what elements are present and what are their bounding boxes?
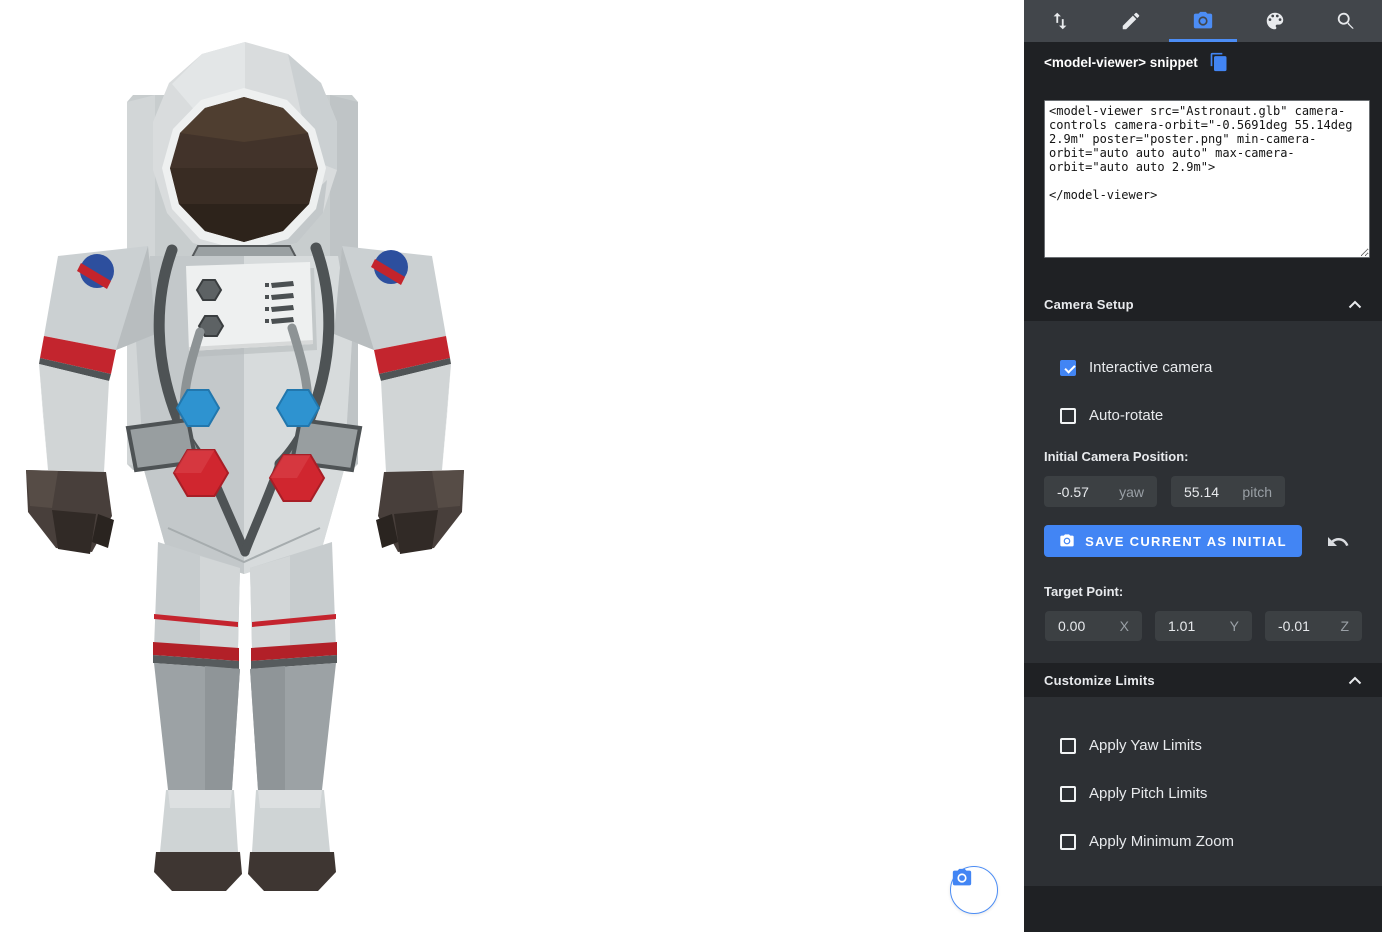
apply-yaw-limits-checkbox[interactable] — [1060, 738, 1076, 754]
yaw-field: yaw — [1044, 476, 1157, 507]
tab-materials[interactable] — [1239, 0, 1311, 42]
save-current-as-initial-button[interactable]: SAVE CURRENT AS INITIAL — [1044, 525, 1302, 557]
yaw-unit-label: yaw — [1119, 484, 1144, 500]
target-y-unit-label: Y — [1230, 618, 1239, 634]
snippet-code-textarea[interactable]: <model-viewer src="Astronaut.glb" camera… — [1044, 100, 1370, 258]
camera-setup-title: Camera Setup — [1044, 297, 1134, 312]
tab-camera[interactable] — [1167, 0, 1239, 42]
astronaut-legs — [153, 542, 337, 891]
search-icon — [1335, 10, 1357, 32]
model-viewer-editor: { "colors": { "accent_blue": "#4285f4", … — [0, 0, 1382, 932]
palette-icon — [1264, 10, 1286, 32]
camera-setup-header[interactable]: Camera Setup — [1024, 288, 1382, 321]
interactive-camera-label: Interactive camera — [1089, 359, 1212, 376]
apply-minimum-zoom-label: Apply Minimum Zoom — [1089, 833, 1234, 850]
target-z-unit-label: Z — [1340, 618, 1349, 634]
target-z-field: Z — [1265, 611, 1362, 641]
target-x-field: X — [1045, 611, 1142, 641]
apply-minimum-zoom-row: Apply Minimum Zoom — [1060, 833, 1234, 850]
pitch-unit-label: pitch — [1242, 484, 1272, 500]
target-point-label: Target Point: — [1044, 584, 1123, 599]
target-z-input[interactable] — [1278, 618, 1315, 634]
auto-rotate-label: Auto-rotate — [1089, 407, 1163, 424]
camera-icon — [1059, 533, 1075, 549]
astronaut-model[interactable] — [0, 0, 1024, 932]
chevron-up-icon — [1348, 676, 1362, 685]
target-y-field: Y — [1155, 611, 1252, 641]
capture-screenshot-fab[interactable] — [950, 866, 998, 914]
camera-icon — [1192, 10, 1214, 32]
target-x-unit-label: X — [1120, 618, 1129, 634]
camera-icon — [951, 867, 973, 889]
pencil-icon — [1120, 10, 1142, 32]
copy-icon — [1209, 52, 1229, 72]
customize-limits-header[interactable]: Customize Limits — [1024, 663, 1382, 697]
model-viewport[interactable] — [0, 0, 1024, 932]
auto-rotate-row: Auto-rotate — [1060, 407, 1163, 424]
revert-initial-camera-button[interactable] — [1326, 529, 1352, 555]
apply-yaw-limits-label: Apply Yaw Limits — [1089, 737, 1202, 754]
undo-icon — [1326, 530, 1350, 554]
swap-vertical-icon — [1049, 10, 1071, 32]
panel-toolbar — [1024, 0, 1382, 42]
apply-pitch-limits-checkbox[interactable] — [1060, 786, 1076, 802]
tab-inspector[interactable] — [1310, 0, 1382, 42]
save-button-label: SAVE CURRENT AS INITIAL — [1085, 534, 1287, 549]
apply-pitch-limits-row: Apply Pitch Limits — [1060, 785, 1207, 802]
yaw-input[interactable] — [1057, 484, 1102, 500]
apply-pitch-limits-label: Apply Pitch Limits — [1089, 785, 1207, 802]
auto-rotate-checkbox[interactable] — [1060, 408, 1076, 424]
interactive-camera-checkbox[interactable] — [1060, 360, 1076, 376]
tab-dimensions[interactable] — [1024, 0, 1096, 42]
tab-edit[interactable] — [1096, 0, 1168, 42]
apply-minimum-zoom-checkbox[interactable] — [1060, 834, 1076, 850]
pitch-input[interactable] — [1184, 484, 1230, 500]
initial-camera-position-label: Initial Camera Position: — [1044, 449, 1188, 464]
customize-limits-title: Customize Limits — [1044, 673, 1155, 688]
snippet-title: <model-viewer> snippet — [1044, 55, 1198, 70]
copy-snippet-button[interactable] — [1209, 51, 1231, 73]
target-y-input[interactable] — [1168, 618, 1205, 634]
apply-yaw-limits-row: Apply Yaw Limits — [1060, 737, 1202, 754]
target-x-input[interactable] — [1058, 618, 1095, 634]
pitch-field: pitch — [1171, 476, 1285, 507]
editor-side-panel: <model-viewer> snippet <model-viewer src… — [1024, 0, 1382, 932]
interactive-camera-row: Interactive camera — [1060, 359, 1212, 376]
chevron-up-icon — [1348, 300, 1362, 309]
